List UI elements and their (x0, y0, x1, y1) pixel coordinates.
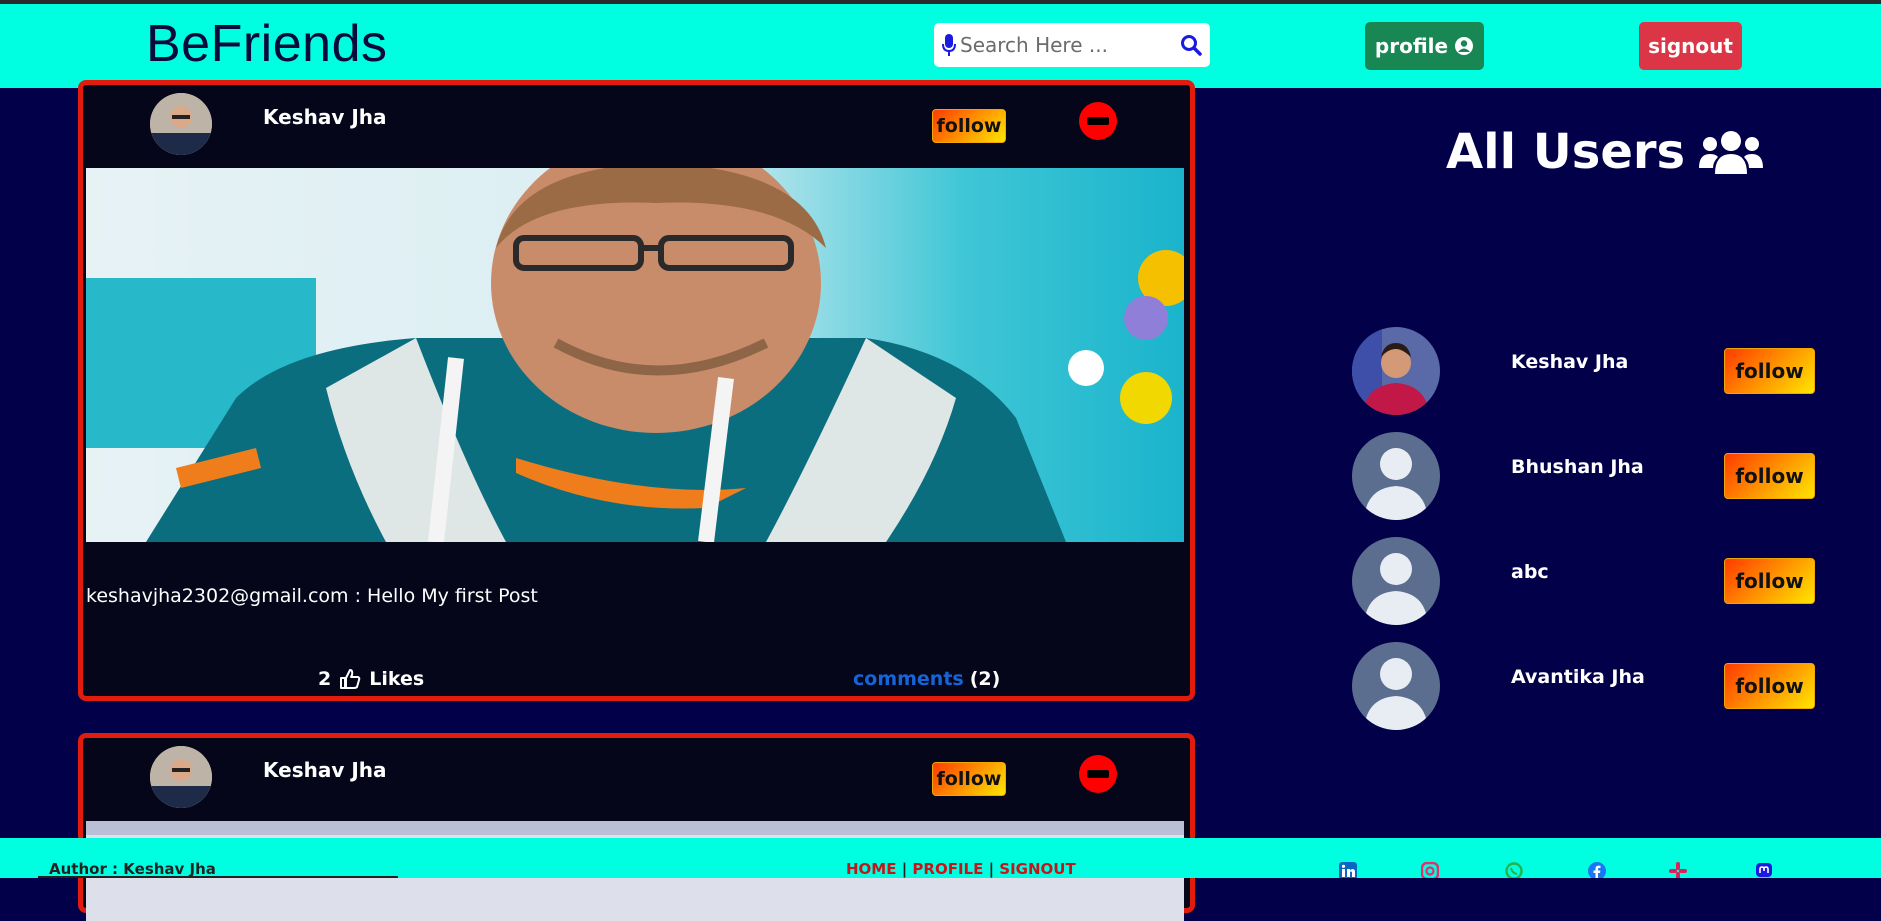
mastodon-icon[interactable] (1755, 862, 1773, 878)
follow-button[interactable]: follow (932, 762, 1006, 796)
linkedin-icon[interactable] (1339, 862, 1357, 878)
whatsapp-icon[interactable] (1505, 862, 1523, 878)
post-author-avatar[interactable] (150, 93, 212, 155)
post-author-name[interactable]: Keshav Jha (263, 758, 387, 782)
instagram-icon[interactable] (1420, 861, 1440, 878)
users-group-icon (1699, 131, 1764, 174)
post-author-avatar[interactable] (150, 746, 212, 808)
navbar: BeFriends profile signout (0, 4, 1881, 88)
facebook-icon[interactable] (1588, 862, 1606, 878)
follow-button[interactable]: follow (1724, 348, 1815, 394)
all-users-title: All Users (1446, 124, 1764, 180)
follow-button[interactable]: follow (932, 109, 1006, 143)
user-list-item: Keshav Jha follow (1350, 327, 1820, 417)
remove-icon[interactable] (1078, 101, 1118, 141)
follow-button[interactable]: follow (1724, 663, 1815, 709)
search-input[interactable] (956, 25, 1180, 65)
post-card: Keshav Jha follow (78, 733, 1195, 921)
social-links (0, 861, 1881, 878)
comments-count: (2) (969, 668, 1001, 690)
user-avatar[interactable] (1352, 327, 1440, 415)
brand-logo[interactable]: BeFriends (146, 14, 388, 74)
user-name[interactable]: Keshav Jha (1511, 351, 1628, 373)
remove-icon[interactable] (1078, 754, 1118, 794)
all-users-heading: All Users (1446, 124, 1686, 180)
post-caption: keshavjha2302@gmail.com : Hello My first… (86, 585, 538, 607)
post-image (86, 168, 1184, 542)
profile-button-label: profile (1374, 34, 1449, 58)
default-avatar-icon[interactable] (1352, 432, 1440, 520)
default-avatar-icon[interactable] (1352, 537, 1440, 625)
follow-button[interactable]: follow (1724, 558, 1815, 604)
likes-count: 2 (318, 668, 332, 690)
comments-link[interactable]: comments (853, 668, 964, 690)
comments-section: comments (2) (853, 668, 1000, 690)
post-card: Keshav Jha follow (78, 80, 1195, 701)
default-avatar-icon[interactable] (1352, 642, 1440, 730)
user-name[interactable]: Bhushan Jha (1511, 456, 1644, 478)
user-list-item: Avantika Jha follow (1350, 642, 1820, 732)
user-list-item: Bhushan Jha follow (1350, 432, 1820, 522)
microphone-icon[interactable] (942, 33, 956, 57)
user-name[interactable]: Avantika Jha (1511, 666, 1645, 688)
search-icon[interactable] (1180, 34, 1202, 56)
user-name[interactable]: abc (1511, 561, 1549, 583)
slack-icon[interactable] (1669, 862, 1687, 878)
likes-label: Likes (369, 668, 425, 690)
likes-section: 2 Likes (318, 668, 424, 690)
user-list-item: abc follow (1350, 537, 1820, 627)
search-bar (934, 23, 1210, 67)
user-circle-icon (1455, 37, 1474, 55)
signout-button[interactable]: signout (1639, 22, 1742, 70)
follow-button[interactable]: follow (1724, 453, 1815, 499)
profile-button[interactable]: profile (1365, 22, 1484, 70)
thumbs-up-icon[interactable] (339, 668, 361, 690)
post-author-name[interactable]: Keshav Jha (263, 105, 387, 129)
footer: Author : Keshav Jha HOME | PROFILE | SIG… (0, 838, 1881, 878)
